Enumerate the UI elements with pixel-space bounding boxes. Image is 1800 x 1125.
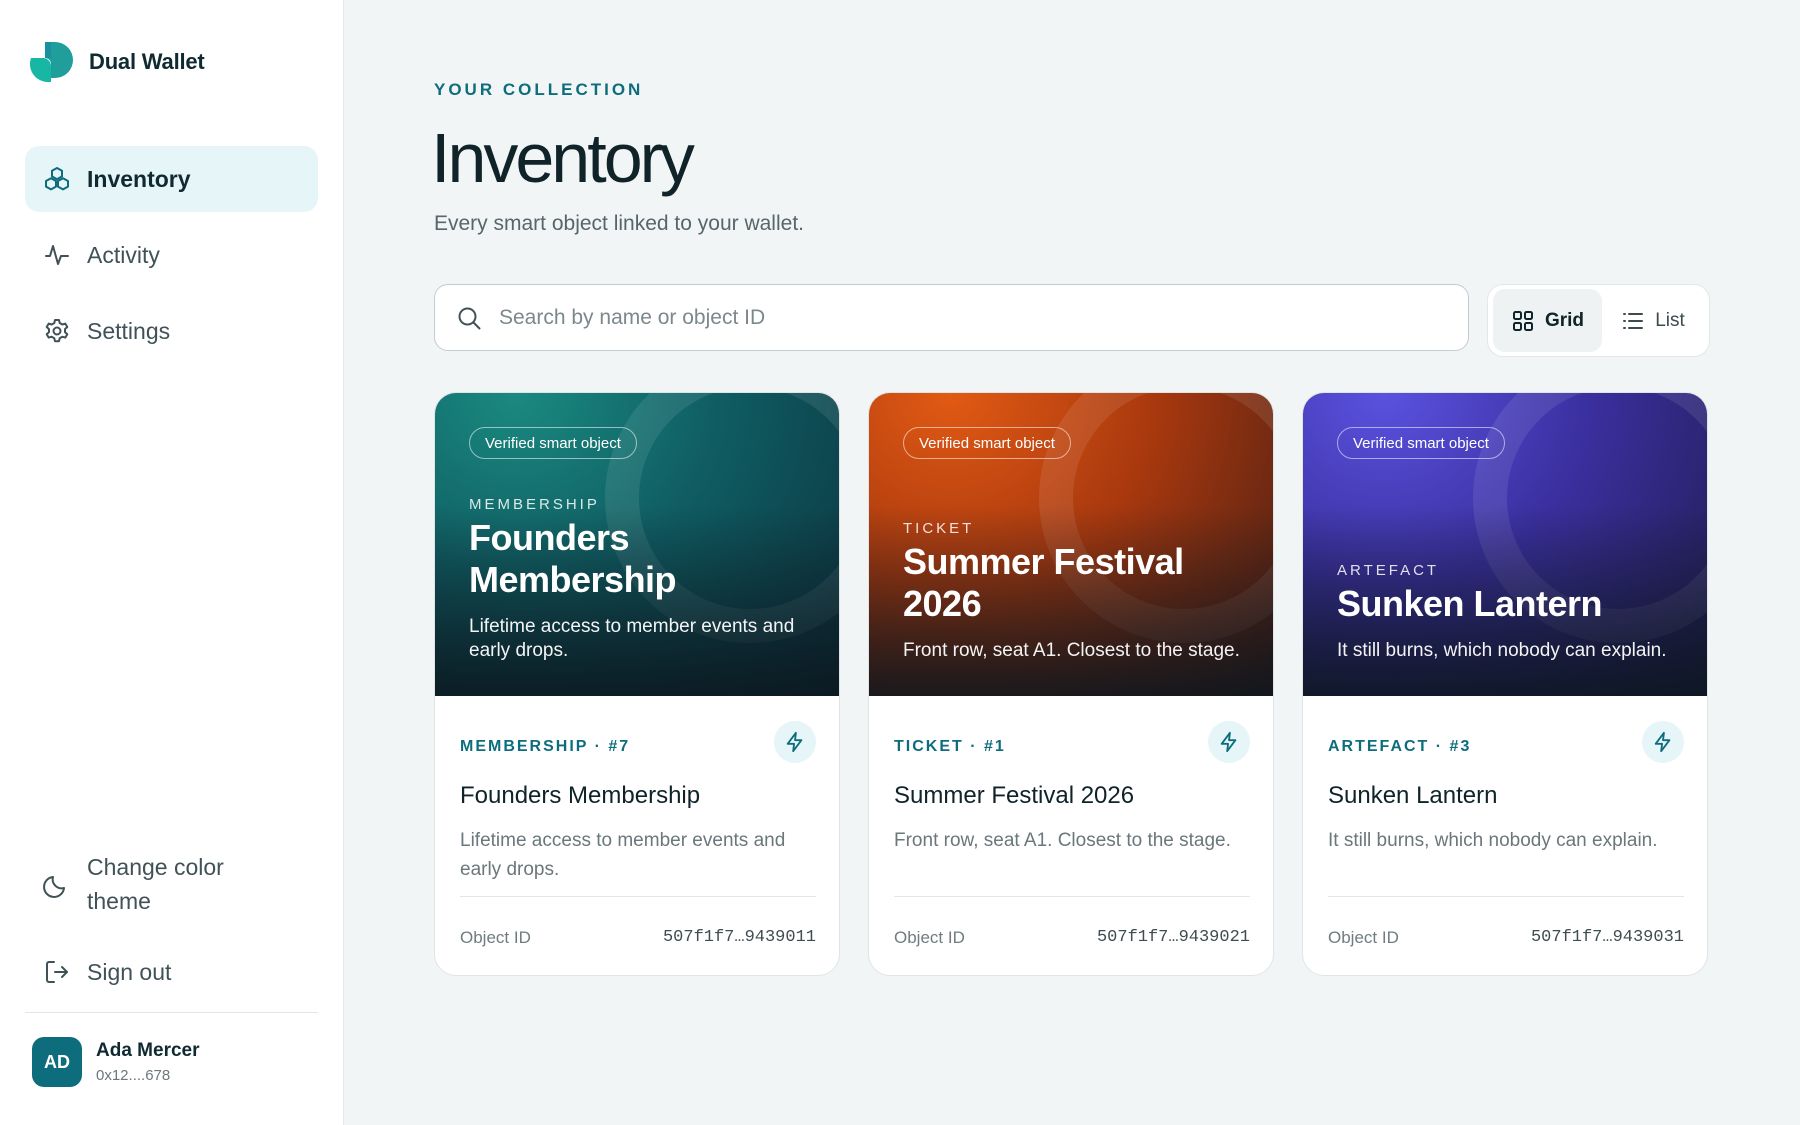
- grid-view-label: Grid: [1544, 309, 1585, 331]
- lightning-icon: [786, 731, 803, 753]
- object-id-label: Object ID: [894, 928, 965, 947]
- card-title: Sunken Lantern: [1328, 782, 1498, 809]
- card-body: ARTEFACT · #3 Sunken Lantern It still bu…: [1328, 696, 1684, 975]
- cubes-icon: [45, 167, 69, 191]
- sign-out-icon: [46, 961, 68, 983]
- card-divider: [894, 896, 1250, 897]
- hero-title: Sunken Lantern: [1337, 583, 1603, 624]
- card-body: MEMBERSHIP · #7 Founders Membership Life…: [460, 696, 816, 975]
- verified-badge: Verified smart object: [903, 427, 1071, 459]
- moon-icon: [43, 876, 65, 898]
- grid-view-button[interactable]: Grid: [1493, 289, 1602, 352]
- card-body: TICKET · #1 Summer Festival 2026 Front r…: [894, 696, 1250, 975]
- list-view-label: List: [1655, 309, 1685, 331]
- hero-text: MEMBERSHIP Founders Membership Lifetime …: [469, 496, 809, 663]
- object-id-value: 507f1f7…9439021: [1096, 928, 1250, 947]
- card-divider: [1328, 896, 1684, 897]
- inventory-card[interactable]: Verified smart object MEMBERSHIP Founder…: [434, 392, 840, 976]
- avatar: AD: [32, 1037, 82, 1087]
- sidebar-divider: [25, 1012, 318, 1013]
- hero-kicker: MEMBERSHIP: [469, 496, 600, 513]
- hero-kicker: TICKET: [903, 520, 975, 537]
- inventory-card[interactable]: Verified smart object TICKET Summer Fest…: [868, 392, 1274, 976]
- hero-description: Lifetime access to member events and ear…: [469, 616, 795, 661]
- object-id-value: 507f1f7…9439011: [662, 928, 816, 947]
- card-divider: [460, 896, 816, 897]
- gear-icon: [45, 319, 69, 343]
- card-description: Front row, seat A1. Closest to the stage…: [894, 830, 1231, 851]
- activity-icon: [45, 245, 69, 265]
- view-toggle: Grid List: [1487, 284, 1710, 357]
- inventory-grid: Verified smart object MEMBERSHIP Founder…: [434, 392, 1710, 976]
- search-input[interactable]: [499, 305, 1399, 330]
- hero-text: ARTEFACT Sunken Lantern It still burns, …: [1337, 562, 1677, 663]
- nav-label: Settings: [87, 317, 171, 344]
- object-id-label: Object ID: [460, 928, 531, 947]
- search-icon: [458, 307, 481, 329]
- list-view-button[interactable]: List: [1602, 289, 1704, 352]
- sidebar: Dual Wallet Inventory Activity Settings: [0, 0, 344, 1125]
- card-meta: ARTEFACT · #3: [1328, 738, 1472, 755]
- lightning-icon: [1220, 731, 1237, 753]
- change-theme-button[interactable]: Change color theme: [25, 846, 318, 922]
- hero-text: TICKET Summer Festival 2026 Front row, s…: [903, 520, 1243, 663]
- card-title: Founders Membership: [460, 782, 701, 809]
- hero-title: Summer Festival 2026: [903, 541, 1184, 624]
- dual-wallet-logo-icon: [29, 42, 73, 82]
- card-hero: Verified smart object TICKET Summer Fest…: [869, 393, 1273, 696]
- verified-badge: Verified smart object: [1337, 427, 1505, 459]
- eyebrow: YOUR COLLECTION: [434, 80, 644, 99]
- grid-icon: [1512, 310, 1533, 331]
- main-nav: Inventory Activity Settings: [25, 146, 318, 374]
- hero-description: It still burns, which nobody can explain…: [1337, 640, 1667, 661]
- page-title: Inventory: [431, 119, 695, 197]
- bottom-nav: Change color theme Sign out: [25, 846, 318, 1002]
- nav-item-activity[interactable]: Activity: [25, 222, 318, 288]
- verified-badge: Verified smart object: [469, 427, 637, 459]
- hero-kicker: ARTEFACT: [1337, 562, 1440, 579]
- nav-item-settings[interactable]: Settings: [25, 298, 318, 364]
- card-title: Summer Festival 2026: [894, 782, 1135, 809]
- hero-title: Founders Membership: [469, 517, 677, 600]
- card-hero: Verified smart object ARTEFACT Sunken La…: [1303, 393, 1707, 696]
- bolt-button[interactable]: [1642, 721, 1684, 763]
- bolt-button[interactable]: [1208, 721, 1250, 763]
- sign-out-label: Sign out: [87, 959, 172, 985]
- nav-item-inventory[interactable]: Inventory: [25, 146, 318, 212]
- object-id-value: 507f1f7…9439031: [1530, 928, 1684, 947]
- bolt-button[interactable]: [774, 721, 816, 763]
- change-theme-label: Change color theme: [87, 854, 224, 914]
- card-description: It still burns, which nobody can explain…: [1328, 830, 1658, 851]
- card-meta: TICKET · #1: [894, 738, 1006, 755]
- list-icon: [1623, 312, 1644, 329]
- inventory-card[interactable]: Verified smart object ARTEFACT Sunken La…: [1302, 392, 1708, 976]
- user-name: Ada Mercer: [96, 1040, 200, 1061]
- page-subtitle: Every smart object linked to your wallet…: [434, 212, 804, 235]
- card-hero: Verified smart object MEMBERSHIP Founder…: [435, 393, 839, 696]
- card-meta: MEMBERSHIP · #7: [460, 738, 631, 755]
- lightning-icon: [1654, 731, 1671, 753]
- brand[interactable]: Dual Wallet: [25, 40, 205, 84]
- sign-out-button[interactable]: Sign out: [25, 942, 318, 1002]
- search-bar[interactable]: [434, 284, 1469, 351]
- hero-description: Front row, seat A1. Closest to the stage…: [903, 640, 1240, 661]
- nav-label: Activity: [87, 241, 160, 268]
- user-text: Ada Mercer 0x12....678: [96, 1040, 200, 1084]
- user-profile[interactable]: AD Ada Mercer 0x12....678: [32, 1037, 200, 1087]
- object-id-label: Object ID: [1328, 928, 1399, 947]
- brand-name: Dual Wallet: [89, 49, 205, 74]
- card-description: Lifetime access to member events and ear…: [460, 830, 786, 880]
- nav-label: Inventory: [87, 165, 191, 192]
- wallet-address: 0x12....678: [96, 1067, 171, 1084]
